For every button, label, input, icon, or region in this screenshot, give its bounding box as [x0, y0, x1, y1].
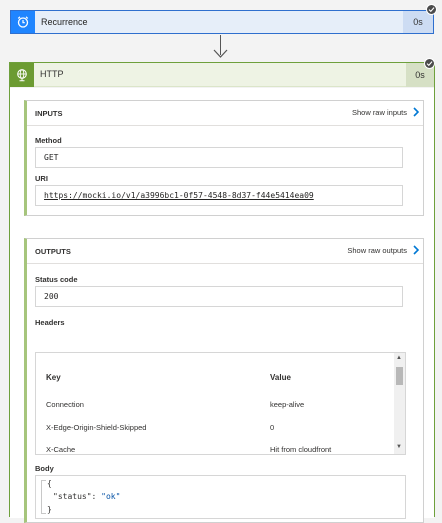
- uri-label: URI: [35, 174, 48, 183]
- header-value: Hit from cloudfront: [270, 445, 332, 454]
- json-bracket-guide: [41, 480, 46, 514]
- show-raw-outputs-link[interactable]: Show raw outputs: [347, 245, 419, 255]
- header-value: 0: [270, 423, 275, 432]
- header-key: X-Edge-Origin-Shield-Skipped: [46, 423, 147, 432]
- status-code-field: 200: [35, 286, 403, 307]
- status-code-label: Status code: [35, 275, 78, 284]
- success-check-icon: [424, 58, 435, 69]
- recurrence-title: Recurrence: [41, 17, 88, 27]
- arrow-down-icon: [213, 49, 228, 58]
- uri-field: https://mocki.io/v1/a3996bc1-0f57-4548-8…: [35, 185, 403, 206]
- recurrence-card[interactable]: Recurrence 0s: [10, 10, 434, 34]
- body-label: Body: [35, 464, 54, 473]
- chevron-right-icon: [413, 245, 419, 255]
- success-check-icon: [426, 4, 437, 15]
- outputs-section: OUTPUTS Show raw outputs Status code 200…: [24, 238, 424, 523]
- http-title: HTTP: [40, 69, 64, 79]
- http-action-card: HTTP 0s INPUTS Show raw inputs Method GE…: [9, 62, 435, 523]
- headers-table[interactable]: Key Value Connection keep-alive X-Edge-O…: [35, 352, 406, 455]
- header-key: Connection: [46, 400, 84, 409]
- method-value: GET: [44, 153, 59, 162]
- json-colon: :: [91, 492, 102, 501]
- column-header-key: Key: [46, 373, 61, 382]
- body-json-viewer: { "status": "ok" }: [35, 475, 406, 519]
- json-key: "status": [53, 492, 92, 501]
- uri-value[interactable]: https://mocki.io/v1/a3996bc1-0f57-4548-8…: [44, 191, 314, 200]
- method-field: GET: [35, 147, 403, 168]
- scroll-up-icon[interactable]: ▲: [396, 355, 402, 361]
- inputs-section: INPUTS Show raw inputs Method GET URI ht…: [24, 100, 424, 216]
- status-code-value: 200: [44, 292, 59, 301]
- globe-icon: [10, 63, 34, 87]
- inputs-title: INPUTS: [35, 109, 63, 118]
- show-raw-outputs-label: Show raw outputs: [347, 245, 407, 255]
- json-entry: "status": "ok": [53, 492, 120, 501]
- chevron-right-icon: [413, 107, 419, 117]
- header-key: X-Cache: [46, 445, 76, 454]
- alarm-clock-icon: [11, 11, 35, 33]
- json-value: "ok": [101, 492, 121, 501]
- outputs-title: OUTPUTS: [35, 247, 71, 256]
- show-raw-inputs-link[interactable]: Show raw inputs: [352, 107, 419, 117]
- outputs-header: OUTPUTS Show raw outputs: [27, 239, 423, 264]
- column-header-value: Value: [270, 373, 291, 382]
- http-card-body: INPUTS Show raw inputs Method GET URI ht…: [10, 88, 434, 523]
- inputs-header: INPUTS Show raw inputs: [27, 101, 423, 126]
- headers-label: Headers: [35, 318, 65, 327]
- headers-scrollbar[interactable]: ▲ ▼: [394, 353, 405, 454]
- http-card-header[interactable]: HTTP 0s: [10, 63, 434, 87]
- json-open-brace: {: [47, 479, 52, 488]
- header-value: keep-alive: [270, 400, 305, 409]
- method-label: Method: [35, 136, 62, 145]
- scroll-down-icon[interactable]: ▼: [396, 444, 402, 450]
- scrollbar-thumb[interactable]: [396, 367, 403, 385]
- show-raw-inputs-label: Show raw inputs: [351, 107, 407, 117]
